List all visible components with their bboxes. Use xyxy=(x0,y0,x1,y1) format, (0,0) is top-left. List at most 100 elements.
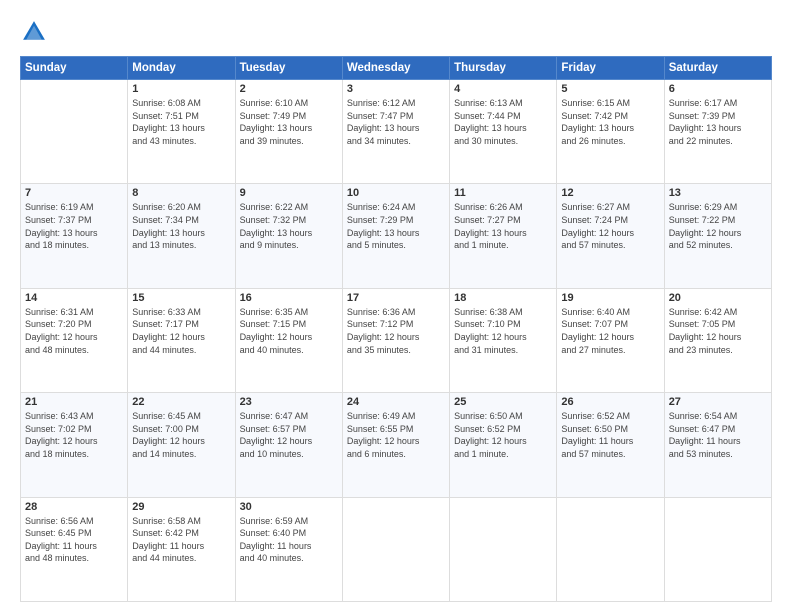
col-sunday: Sunday xyxy=(21,57,128,80)
col-saturday: Saturday xyxy=(664,57,771,80)
table-row: 26 Sunrise: 6:52 AM Sunset: 6:50 PM Dayli… xyxy=(557,393,664,497)
day-number: 5 xyxy=(561,83,659,95)
table-row: 25Sunrise: 6:50 AM Sunset: 6:52 PM Dayli… xyxy=(450,393,557,497)
day-info: Sunrise: 6:58 AM Sunset: 6:42 PM Dayligh… xyxy=(132,515,230,565)
day-number: 24 xyxy=(347,396,445,408)
table-row xyxy=(557,497,664,601)
day-info: Sunrise: 6:42 AM Sunset: 7:05 PM Dayligh… xyxy=(669,306,767,356)
day-info: Sunrise: 6:20 AM Sunset: 7:34 PM Dayligh… xyxy=(132,201,230,251)
table-row: 5 Sunrise: 6:15 AM Sunset: 7:42 PM Daylig… xyxy=(557,80,664,184)
day-info: Sunrise: 6:27 AM Sunset: 7:24 PM Dayligh… xyxy=(561,201,659,251)
day-number: 2 xyxy=(240,83,338,95)
day-info: Sunrise: 6:38 AM Sunset: 7:10 PM Dayligh… xyxy=(454,306,552,356)
day-number: 13 xyxy=(669,187,767,199)
day-info: Sunrise: 6:13 AM Sunset: 7:44 PM Dayligh… xyxy=(454,97,552,147)
day-number: 15 xyxy=(132,292,230,304)
day-number: 10 xyxy=(347,187,445,199)
calendar-week-row: 28Sunrise: 6:56 AM Sunset: 6:45 PM Dayli… xyxy=(21,497,772,601)
day-number: 25 xyxy=(454,396,552,408)
day-number: 27 xyxy=(669,396,767,408)
day-info: Sunrise: 6:31 AM Sunset: 7:20 PM Dayligh… xyxy=(25,306,123,356)
day-number: 11 xyxy=(454,187,552,199)
day-number: 17 xyxy=(347,292,445,304)
day-number: 14 xyxy=(25,292,123,304)
logo-icon xyxy=(20,18,48,46)
table-row: 2 Sunrise: 6:10 AM Sunset: 7:49 PM Daylig… xyxy=(235,80,342,184)
calendar-week-row: 21 Sunrise: 6:43 AM Sunset: 7:02 PM Dayli… xyxy=(21,393,772,497)
day-info: Sunrise: 6:47 AM Sunset: 6:57 PM Dayligh… xyxy=(240,410,338,460)
table-row: 27 Sunrise: 6:54 AM Sunset: 6:47 PM Dayli… xyxy=(664,393,771,497)
table-row xyxy=(664,497,771,601)
day-info: Sunrise: 6:45 AM Sunset: 7:00 PM Dayligh… xyxy=(132,410,230,460)
table-row: 8 Sunrise: 6:20 AM Sunset: 7:34 PM Daylig… xyxy=(128,184,235,288)
table-row: 1 Sunrise: 6:08 AM Sunset: 7:51 PM Daylig… xyxy=(128,80,235,184)
day-number: 16 xyxy=(240,292,338,304)
day-number: 4 xyxy=(454,83,552,95)
table-row: 18 Sunrise: 6:38 AM Sunset: 7:10 PM Dayli… xyxy=(450,288,557,392)
day-number: 19 xyxy=(561,292,659,304)
day-info: Sunrise: 6:35 AM Sunset: 7:15 PM Dayligh… xyxy=(240,306,338,356)
calendar-table: Sunday Monday Tuesday Wednesday Thursday… xyxy=(20,56,772,602)
day-number: 12 xyxy=(561,187,659,199)
table-row: 22Sunrise: 6:45 AM Sunset: 7:00 PM Dayli… xyxy=(128,393,235,497)
day-number: 30 xyxy=(240,501,338,513)
table-row: 19 Sunrise: 6:40 AM Sunset: 7:07 PM Dayli… xyxy=(557,288,664,392)
day-info: Sunrise: 6:36 AM Sunset: 7:12 PM Dayligh… xyxy=(347,306,445,356)
day-number: 20 xyxy=(669,292,767,304)
col-thursday: Thursday xyxy=(450,57,557,80)
day-number: 26 xyxy=(561,396,659,408)
day-info: Sunrise: 6:12 AM Sunset: 7:47 PM Dayligh… xyxy=(347,97,445,147)
day-number: 1 xyxy=(132,83,230,95)
table-row: 24Sunrise: 6:49 AM Sunset: 6:55 PM Dayli… xyxy=(342,393,449,497)
table-row: 9Sunrise: 6:22 AM Sunset: 7:32 PM Daylig… xyxy=(235,184,342,288)
table-row: 21 Sunrise: 6:43 AM Sunset: 7:02 PM Dayli… xyxy=(21,393,128,497)
day-info: Sunrise: 6:54 AM Sunset: 6:47 PM Dayligh… xyxy=(669,410,767,460)
day-info: Sunrise: 6:08 AM Sunset: 7:51 PM Dayligh… xyxy=(132,97,230,147)
calendar-week-row: 14 Sunrise: 6:31 AM Sunset: 7:20 PM Dayli… xyxy=(21,288,772,392)
table-row: 7 Sunrise: 6:19 AM Sunset: 7:37 PM Daylig… xyxy=(21,184,128,288)
day-info: Sunrise: 6:17 AM Sunset: 7:39 PM Dayligh… xyxy=(669,97,767,147)
day-number: 3 xyxy=(347,83,445,95)
day-info: Sunrise: 6:19 AM Sunset: 7:37 PM Dayligh… xyxy=(25,201,123,251)
day-info: Sunrise: 6:40 AM Sunset: 7:07 PM Dayligh… xyxy=(561,306,659,356)
col-wednesday: Wednesday xyxy=(342,57,449,80)
table-row: 12 Sunrise: 6:27 AM Sunset: 7:24 PM Dayli… xyxy=(557,184,664,288)
day-info: Sunrise: 6:22 AM Sunset: 7:32 PM Dayligh… xyxy=(240,201,338,251)
day-info: Sunrise: 6:15 AM Sunset: 7:42 PM Dayligh… xyxy=(561,97,659,147)
calendar-header-row: Sunday Monday Tuesday Wednesday Thursday… xyxy=(21,57,772,80)
day-info: Sunrise: 6:33 AM Sunset: 7:17 PM Dayligh… xyxy=(132,306,230,356)
calendar-week-row: 1 Sunrise: 6:08 AM Sunset: 7:51 PM Daylig… xyxy=(21,80,772,184)
table-row: 20 Sunrise: 6:42 AM Sunset: 7:05 PM Dayli… xyxy=(664,288,771,392)
day-number: 7 xyxy=(25,187,123,199)
day-number: 18 xyxy=(454,292,552,304)
day-number: 21 xyxy=(25,396,123,408)
table-row: 6 Sunrise: 6:17 AM Sunset: 7:39 PM Daylig… xyxy=(664,80,771,184)
day-number: 23 xyxy=(240,396,338,408)
table-row: 11Sunrise: 6:26 AM Sunset: 7:27 PM Dayli… xyxy=(450,184,557,288)
table-row: 30 Sunrise: 6:59 AM Sunset: 6:40 PM Dayli… xyxy=(235,497,342,601)
table-row: 15 Sunrise: 6:33 AM Sunset: 7:17 PM Dayli… xyxy=(128,288,235,392)
table-row: 28Sunrise: 6:56 AM Sunset: 6:45 PM Dayli… xyxy=(21,497,128,601)
table-row: 16 Sunrise: 6:35 AM Sunset: 7:15 PM Dayli… xyxy=(235,288,342,392)
col-tuesday: Tuesday xyxy=(235,57,342,80)
day-info: Sunrise: 6:59 AM Sunset: 6:40 PM Dayligh… xyxy=(240,515,338,565)
day-number: 28 xyxy=(25,501,123,513)
table-row xyxy=(21,80,128,184)
day-info: Sunrise: 6:52 AM Sunset: 6:50 PM Dayligh… xyxy=(561,410,659,460)
calendar-week-row: 7 Sunrise: 6:19 AM Sunset: 7:37 PM Daylig… xyxy=(21,184,772,288)
table-row: 10 Sunrise: 6:24 AM Sunset: 7:29 PM Dayli… xyxy=(342,184,449,288)
col-monday: Monday xyxy=(128,57,235,80)
day-info: Sunrise: 6:29 AM Sunset: 7:22 PM Dayligh… xyxy=(669,201,767,251)
table-row: 14 Sunrise: 6:31 AM Sunset: 7:20 PM Dayli… xyxy=(21,288,128,392)
table-row: 13 Sunrise: 6:29 AM Sunset: 7:22 PM Dayli… xyxy=(664,184,771,288)
day-info: Sunrise: 6:24 AM Sunset: 7:29 PM Dayligh… xyxy=(347,201,445,251)
day-info: Sunrise: 6:10 AM Sunset: 7:49 PM Dayligh… xyxy=(240,97,338,147)
day-info: Sunrise: 6:43 AM Sunset: 7:02 PM Dayligh… xyxy=(25,410,123,460)
table-row: 3 Sunrise: 6:12 AM Sunset: 7:47 PM Daylig… xyxy=(342,80,449,184)
day-number: 6 xyxy=(669,83,767,95)
table-row: 4 Sunrise: 6:13 AM Sunset: 7:44 PM Daylig… xyxy=(450,80,557,184)
logo xyxy=(20,18,52,46)
day-number: 8 xyxy=(132,187,230,199)
table-row: 29Sunrise: 6:58 AM Sunset: 6:42 PM Dayli… xyxy=(128,497,235,601)
table-row: 17 Sunrise: 6:36 AM Sunset: 7:12 PM Dayli… xyxy=(342,288,449,392)
